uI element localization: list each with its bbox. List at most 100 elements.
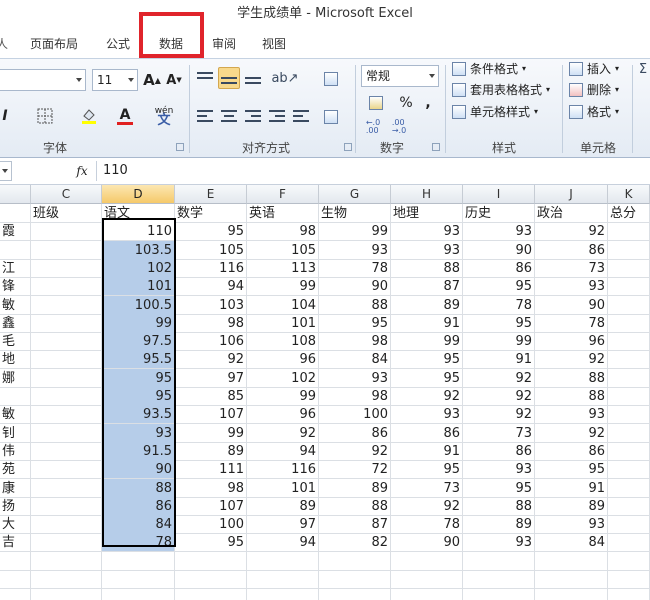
- table-cell[interactable]: [608, 496, 650, 516]
- selected-cell[interactable]: 91.5: [102, 441, 175, 461]
- table-cell[interactable]: 104: [247, 295, 319, 315]
- table-cell[interactable]: [31, 405, 102, 425]
- number-launcher-icon[interactable]: [432, 143, 440, 151]
- empty-cell[interactable]: [391, 588, 463, 600]
- table-cell[interactable]: 73: [535, 258, 608, 278]
- table-cell[interactable]: [608, 478, 650, 498]
- table-cell[interactable]: [608, 515, 650, 535]
- table-cell[interactable]: 95: [175, 533, 247, 553]
- selected-cell[interactable]: 95.5: [102, 350, 175, 370]
- table-cell[interactable]: [608, 258, 650, 278]
- table-cell[interactable]: 93: [319, 368, 391, 388]
- table-cell[interactable]: [608, 332, 650, 352]
- selected-cell[interactable]: 102: [102, 258, 175, 278]
- cell-styles-button[interactable]: 单元格样式 ▾: [452, 102, 538, 122]
- table-cell[interactable]: 85: [175, 387, 247, 406]
- table-cell[interactable]: 88: [391, 258, 463, 278]
- table-cell[interactable]: 92: [391, 496, 463, 516]
- table-cell[interactable]: [31, 423, 102, 443]
- table-cell[interactable]: [608, 240, 650, 260]
- table-cell[interactable]: 91: [535, 478, 608, 498]
- decrease-decimal-button[interactable]: .00 →.0: [388, 117, 410, 137]
- align-center-button[interactable]: [218, 105, 240, 127]
- empty-cell[interactable]: [102, 551, 175, 571]
- column-header-i[interactable]: I: [463, 185, 535, 204]
- empty-cell[interactable]: [535, 551, 608, 571]
- empty-cell[interactable]: [31, 588, 102, 600]
- empty-cell[interactable]: [31, 551, 102, 571]
- empty-cell[interactable]: [247, 588, 319, 600]
- table-cell[interactable]: 93: [391, 405, 463, 425]
- selected-cell[interactable]: 100.5: [102, 295, 175, 315]
- comma-button[interactable]: ,: [420, 91, 436, 115]
- row-stub[interactable]: [0, 240, 31, 260]
- row-stub[interactable]: 地: [0, 350, 31, 370]
- table-cell[interactable]: 98: [247, 222, 319, 242]
- table-cell[interactable]: [31, 258, 102, 278]
- table-cell[interactable]: 100: [319, 405, 391, 425]
- header-cell[interactable]: 数学: [175, 204, 247, 223]
- table-cell[interactable]: 101: [247, 313, 319, 333]
- table-cell[interactable]: [608, 295, 650, 315]
- table-cell[interactable]: [31, 441, 102, 461]
- table-cell[interactable]: 84: [535, 533, 608, 553]
- wrap-text-button[interactable]: [320, 67, 342, 91]
- table-cell[interactable]: 95: [175, 222, 247, 242]
- header-cell[interactable]: 英语: [247, 204, 319, 223]
- row-stub[interactable]: 敏: [0, 405, 31, 425]
- selected-cell[interactable]: 95: [102, 387, 175, 406]
- table-cell[interactable]: 95: [319, 313, 391, 333]
- selected-cell[interactable]: 90: [102, 460, 175, 480]
- italic-icon[interactable]: I: [0, 105, 16, 127]
- selected-cell[interactable]: 88: [102, 478, 175, 498]
- table-cell[interactable]: 97: [247, 515, 319, 535]
- table-cell[interactable]: 93: [319, 240, 391, 260]
- table-cell[interactable]: 100: [175, 515, 247, 535]
- table-cell[interactable]: 93: [535, 515, 608, 535]
- selected-cell[interactable]: 93: [102, 423, 175, 443]
- align-right-button[interactable]: [242, 105, 264, 127]
- table-cell[interactable]: 98: [175, 478, 247, 498]
- table-cell[interactable]: [608, 368, 650, 388]
- table-cell[interactable]: [608, 460, 650, 480]
- table-cell[interactable]: 106: [175, 332, 247, 352]
- table-cell[interactable]: 95: [463, 313, 535, 333]
- table-cell[interactable]: 99: [175, 423, 247, 443]
- table-cell[interactable]: [31, 332, 102, 352]
- empty-cell[interactable]: [319, 588, 391, 600]
- selected-cell[interactable]: 103.5: [102, 240, 175, 260]
- header-cell[interactable]: 语文: [102, 204, 175, 223]
- table-cell[interactable]: 78: [391, 515, 463, 535]
- conditional-format-button[interactable]: 条件格式 ▾: [452, 59, 526, 79]
- table-cell[interactable]: [31, 368, 102, 388]
- selected-cell[interactable]: 78: [102, 533, 175, 553]
- table-cell[interactable]: 98: [175, 313, 247, 333]
- column-header-e[interactable]: E: [175, 185, 247, 204]
- table-cell[interactable]: 89: [463, 515, 535, 535]
- empty-cell[interactable]: [463, 551, 535, 571]
- sum-icon[interactable]: Σ: [636, 59, 650, 79]
- selected-cell[interactable]: 99: [102, 313, 175, 333]
- header-cell[interactable]: 地理: [391, 204, 463, 223]
- table-cell[interactable]: 116: [247, 460, 319, 480]
- table-cell[interactable]: [31, 222, 102, 242]
- table-cell[interactable]: 73: [463, 423, 535, 443]
- empty-cell[interactable]: [463, 588, 535, 600]
- format-as-table-button[interactable]: 套用表格格式 ▾: [452, 80, 550, 100]
- row-stub[interactable]: 毛: [0, 332, 31, 352]
- table-cell[interactable]: 88: [535, 387, 608, 406]
- row-stub[interactable]: 锋: [0, 277, 31, 297]
- table-cell[interactable]: 93: [391, 240, 463, 260]
- table-cell[interactable]: 96: [535, 332, 608, 352]
- table-cell[interactable]: 98: [319, 332, 391, 352]
- header-cell[interactable]: 班级: [31, 204, 102, 223]
- table-cell[interactable]: 92: [463, 387, 535, 406]
- table-cell[interactable]: 78: [319, 258, 391, 278]
- header-cell[interactable]: 历史: [463, 204, 535, 223]
- table-cell[interactable]: 92: [463, 368, 535, 388]
- column-header-f[interactable]: F: [247, 185, 319, 204]
- column-header-g[interactable]: G: [319, 185, 391, 204]
- table-cell[interactable]: 116: [175, 258, 247, 278]
- table-cell[interactable]: 90: [535, 295, 608, 315]
- empty-cell[interactable]: [608, 551, 650, 571]
